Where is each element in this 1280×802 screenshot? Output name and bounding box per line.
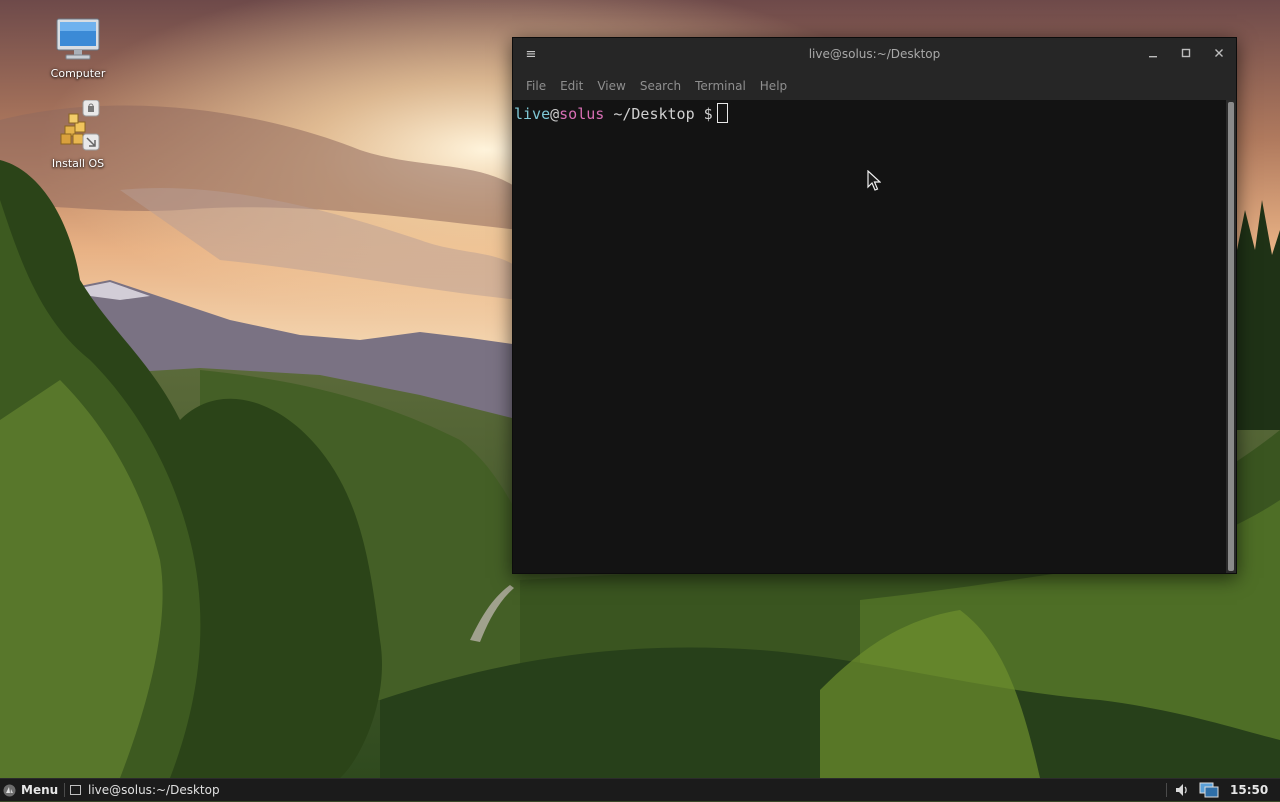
desktop-icon-label: Computer <box>50 67 106 80</box>
maximize-button[interactable] <box>1177 46 1195 64</box>
prompt-user: live <box>514 105 551 123</box>
close-button[interactable] <box>1210 46 1228 64</box>
taskbar-separator <box>1166 783 1167 797</box>
minimize-button[interactable] <box>1144 46 1162 64</box>
desktop-icon-install-os[interactable]: Install OS <box>38 99 118 170</box>
close-icon <box>1215 49 1223 57</box>
window-titlebar[interactable]: ≡ live@solus:~/Desktop <box>513 38 1236 72</box>
taskbar-item-terminal[interactable]: live@solus:~/Desktop <box>70 779 220 801</box>
menu-search[interactable]: Search <box>633 72 688 100</box>
volume-icon[interactable] <box>1174 782 1190 801</box>
solus-logo-icon <box>3 784 16 796</box>
computer-icon <box>38 18 118 65</box>
installer-icon <box>38 99 118 155</box>
minimize-icon <box>1149 56 1157 58</box>
clock[interactable]: 15:50 <box>1230 779 1268 801</box>
prompt-host: solus <box>559 105 605 123</box>
menu-terminal[interactable]: Terminal <box>688 72 753 100</box>
terminal-menubar: File Edit View Search Terminal Help <box>513 72 1236 100</box>
menu-view[interactable]: View <box>590 72 632 100</box>
menu-file[interactable]: File <box>519 72 553 100</box>
prompt-path: ~/Desktop <box>613 105 695 123</box>
prompt-at: @ <box>550 105 560 123</box>
terminal-window-icon <box>70 785 81 795</box>
window-title: live@solus:~/Desktop <box>808 47 941 61</box>
mouse-pointer-icon <box>867 169 882 196</box>
start-menu-button[interactable]: Menu <box>3 779 58 801</box>
terminal-window[interactable]: ≡ live@solus:~/Desktop File Edit View Se… <box>512 37 1237 574</box>
desktop-icon-computer[interactable]: Computer <box>38 18 118 80</box>
taskbar: Menu live@solus:~/Desktop 15:50 <box>0 778 1280 801</box>
network-icon[interactable] <box>1199 781 1219 802</box>
menu-help[interactable]: Help <box>753 72 794 100</box>
text-cursor <box>716 103 728 123</box>
scrollbar-thumb[interactable] <box>1228 102 1234 571</box>
maximize-icon <box>1181 48 1191 58</box>
menu-edit[interactable]: Edit <box>553 72 590 100</box>
shell-prompt: live@solus ~/Desktop $ <box>514 103 728 124</box>
prompt-symbol: $ <box>703 105 713 123</box>
start-menu-label: Menu <box>21 783 59 797</box>
terminal-scrollbar[interactable] <box>1226 100 1236 573</box>
desktop-icon-label: Install OS <box>51 157 105 170</box>
taskbar-item-label: live@solus:~/Desktop <box>88 783 220 797</box>
taskbar-separator <box>64 783 65 797</box>
